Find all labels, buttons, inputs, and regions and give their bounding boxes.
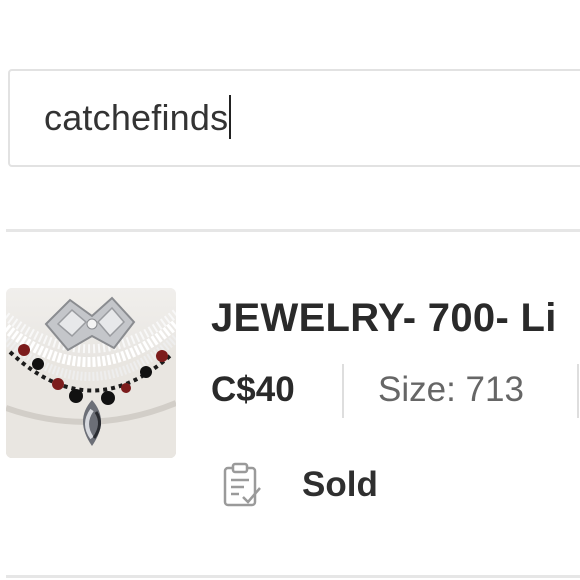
listing-price: C$40 (211, 370, 295, 409)
listing-thumbnail[interactable] (6, 288, 176, 458)
text-caret (229, 95, 232, 139)
meta-separator (577, 364, 579, 418)
divider-bottom (6, 575, 580, 578)
listing-item[interactable]: JEWELRY- 700- Li C$40 Size: 713 Sold (0, 286, 580, 507)
status-label: Sold (302, 465, 378, 504)
listing-status: Sold (222, 460, 378, 510)
divider-top (6, 229, 580, 232)
page-heading-fragment (44, 0, 104, 8)
listing-title[interactable]: JEWELRY- 700- Li (211, 296, 557, 341)
search-input[interactable]: catchefinds (8, 69, 580, 167)
meta-separator (342, 364, 344, 418)
search-value: catchefinds (44, 97, 229, 138)
listing-size: Size: 713 (378, 370, 524, 409)
clipboard-check-icon (222, 462, 262, 508)
